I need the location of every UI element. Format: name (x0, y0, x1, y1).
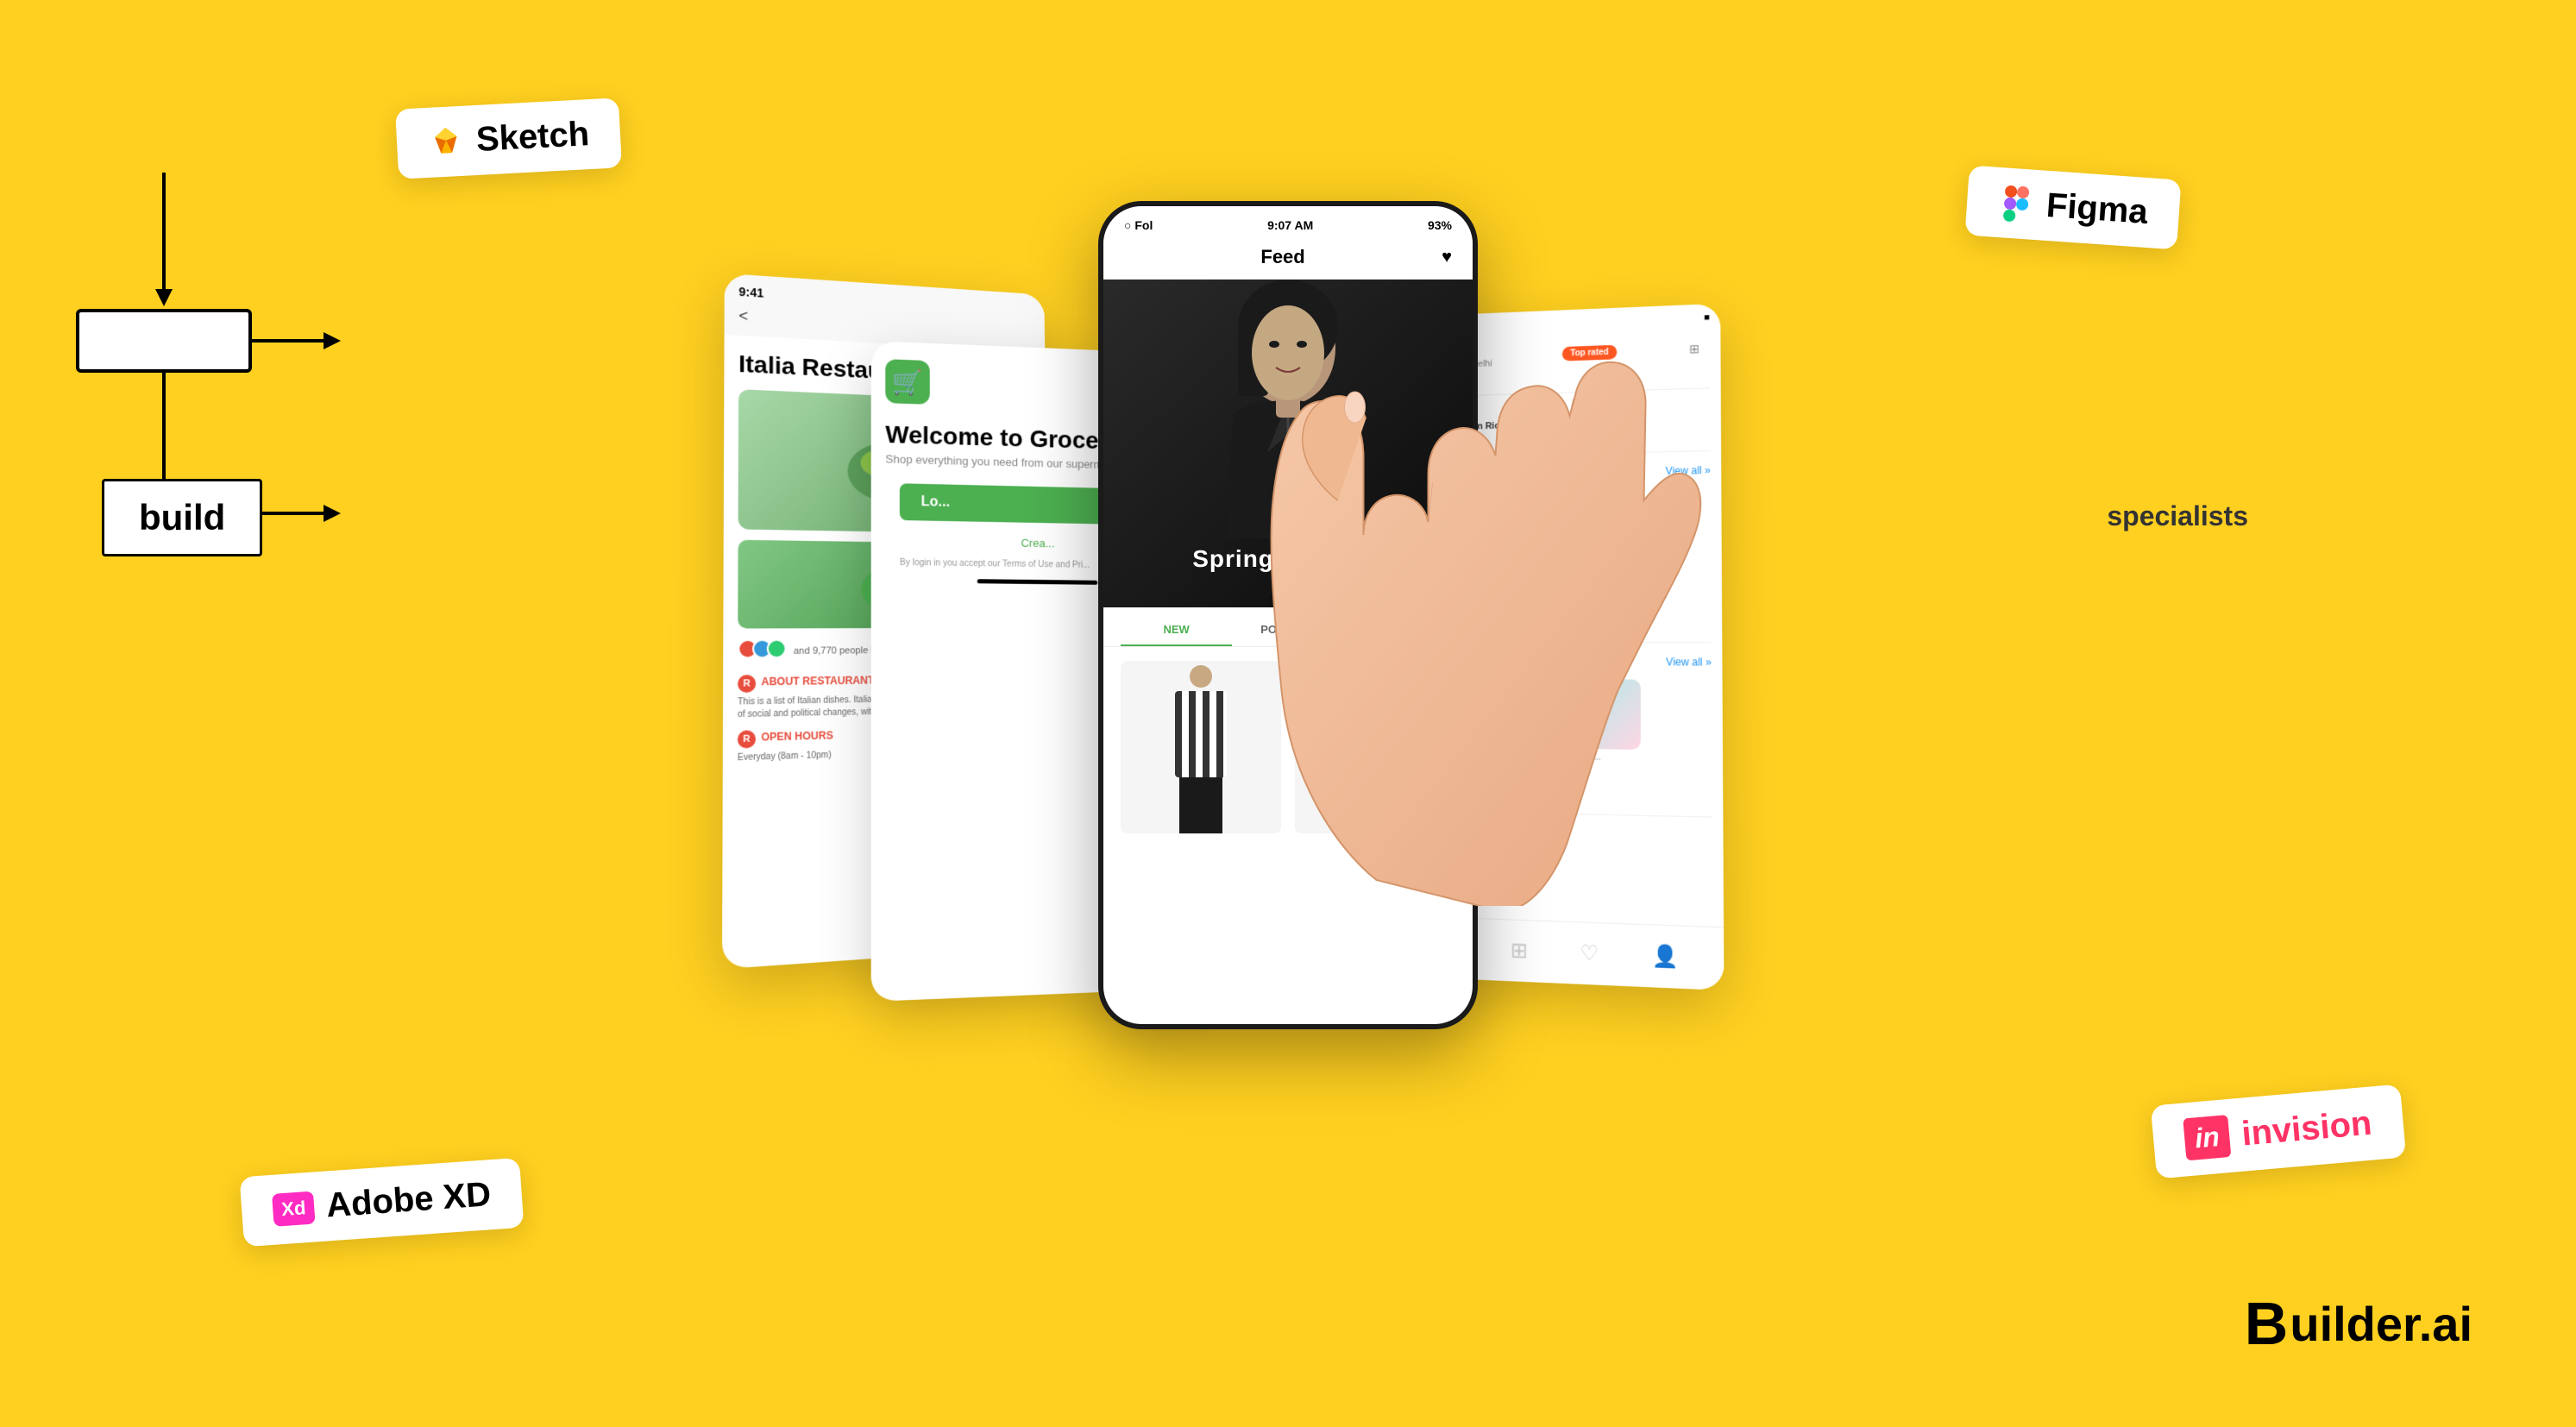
expert-img-2 (1488, 490, 1556, 559)
sketch-label: Sketch (475, 115, 590, 160)
nav-person-icon[interactable]: 👤 (1652, 943, 1679, 971)
sketch-icon (427, 123, 465, 160)
expert-name-3: Dhrishti Ra (1571, 561, 1649, 571)
restaurant-time: 9:41 (738, 285, 763, 300)
figma-icon (1997, 184, 2036, 223)
figma-label: Figma (2045, 186, 2150, 232)
fashion-statusbar: ○ Fol 9:07 AM 93% (1103, 206, 1473, 239)
fashion-feed-title: Feed (1260, 246, 1304, 268)
fashion-hero: Spring/Summer (1103, 280, 1473, 607)
adobexd-label: Adobe XD (325, 1175, 493, 1225)
fashion-topbar: Feed ♥ (1103, 239, 1473, 280)
invision-label: invision (2240, 1104, 2373, 1154)
fashion-hero-text: Spring/Summer (1192, 545, 1383, 607)
product-2-image (1295, 661, 1455, 833)
sketch-tool-badge: Sketch (395, 97, 622, 179)
people-icons (738, 638, 786, 658)
product-striped (1121, 661, 1281, 833)
hours-title: OPEN HOURS (761, 729, 833, 743)
builderai-b: B (2245, 1289, 2289, 1358)
xd-icon: Xd (272, 1191, 316, 1226)
nav-home-icon[interactable]: ⊞ (1511, 938, 1528, 965)
top-rated-pill: Top rated (1561, 344, 1617, 361)
screen-fashion-main: ○ Fol 9:07 AM 93% Feed ♥ (1098, 201, 1478, 1029)
expert-role-2: ... (1487, 571, 1564, 581)
about-icon: R (738, 675, 756, 693)
status-battery: 93% (1428, 218, 1452, 232)
builderai-logo: Builder.ai (2245, 1289, 2472, 1358)
expert-card-2: Dhrishti Ra ... (1487, 490, 1564, 581)
service-label-2: Emerg... (1486, 751, 1564, 761)
experts-view-all[interactable]: View all » (1666, 464, 1711, 477)
status-left: ○ Fol (1124, 218, 1153, 232)
filter-icon[interactable]: ⊞ (1689, 342, 1700, 356)
expert-name-2: Dhrishti Ra (1488, 562, 1565, 572)
health-battery: ■ (1704, 312, 1710, 324)
nav-heart-icon[interactable]: ♡ (1580, 940, 1599, 967)
product-1-image (1121, 661, 1281, 833)
grocery-icon: 🛒 (885, 359, 929, 405)
expert-card-3: Dhrishti Ra ... (1571, 488, 1649, 580)
service-card-3: we are... (1571, 679, 1649, 762)
expert-role-3: ... (1571, 570, 1649, 580)
fashion-tabs: NEW POPULAR TRENDING (1103, 614, 1473, 647)
grocery-bottom-bar (977, 579, 1097, 585)
specialists-text: specialists (2107, 500, 2248, 532)
tab-trending[interactable]: TRENDING (1344, 614, 1455, 646)
service-label-3: we are... (1571, 752, 1649, 763)
fashion-products (1103, 647, 1473, 847)
product-dark (1295, 661, 1455, 833)
screens-container: 9:41 < Italia Restaurant (684, 175, 1892, 1297)
tab-new[interactable]: NEW (1121, 614, 1232, 646)
service-img-3 (1571, 679, 1641, 750)
figma-tool-badge: Figma (1965, 166, 2182, 250)
about-title: ABOUT RESTAURANT (761, 674, 874, 688)
service-card-2: Emerg... (1486, 679, 1564, 761)
service-img-2 (1486, 679, 1555, 749)
invision-icon: in (2183, 1115, 2233, 1160)
status-time: 9:07 AM (1267, 218, 1313, 232)
builderai-rest: uilder.ai (2290, 1296, 2472, 1352)
flow-box: build (102, 479, 262, 556)
flow-diagram (52, 155, 354, 759)
expert-img-3 (1571, 489, 1640, 559)
hours-icon: R (738, 730, 756, 748)
fashion-heart-icon[interactable]: ♥ (1442, 248, 1452, 267)
tab-popular[interactable]: POPULAR (1232, 614, 1343, 646)
services-view-all[interactable]: View all » (1666, 656, 1712, 668)
